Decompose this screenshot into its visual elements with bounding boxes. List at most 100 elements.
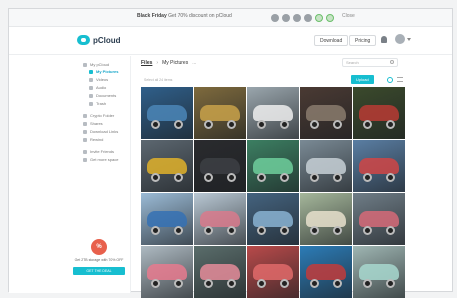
wheel-shape bbox=[386, 173, 395, 182]
wheel-shape bbox=[257, 173, 266, 182]
car-shape bbox=[200, 211, 240, 227]
photo-thumbnail[interactable] bbox=[300, 193, 352, 245]
wheel-shape bbox=[386, 279, 395, 288]
countdown-dot bbox=[282, 14, 290, 22]
wheel-shape bbox=[204, 279, 213, 288]
car-shape bbox=[306, 264, 346, 280]
cloud-icon bbox=[83, 62, 87, 67]
info-icon[interactable] bbox=[387, 77, 393, 83]
photo-thumbnail[interactable] bbox=[300, 140, 352, 192]
more-options-button[interactable]: ... bbox=[192, 60, 196, 66]
sidebar-item-get-more-space[interactable]: Get more space bbox=[83, 156, 118, 163]
download-button[interactable]: Download bbox=[314, 35, 349, 46]
countdown-dot bbox=[271, 14, 279, 22]
sidebar-item-label: Invite Friends bbox=[90, 149, 115, 154]
sidebar-item-trash[interactable]: Trash bbox=[89, 100, 106, 107]
sidebar-item-download-links[interactable]: Download Links bbox=[83, 128, 118, 135]
sidebar-item-my-pictures[interactable]: My Pictures bbox=[89, 68, 118, 75]
avatar[interactable] bbox=[395, 34, 405, 44]
photo-thumbnail[interactable] bbox=[353, 246, 405, 298]
wheel-shape bbox=[227, 226, 236, 235]
wheel-shape bbox=[333, 120, 342, 129]
photo-thumbnail[interactable] bbox=[141, 87, 193, 139]
photo-thumbnail[interactable] bbox=[300, 87, 352, 139]
sidebar-item-label: Videos bbox=[96, 77, 109, 82]
photo-thumbnail[interactable] bbox=[194, 87, 246, 139]
wheel-shape bbox=[174, 173, 183, 182]
wheel-shape bbox=[151, 173, 160, 182]
photo-thumbnail[interactable] bbox=[300, 246, 352, 298]
sidebar-item-my-pcloud[interactable]: My pCloud bbox=[83, 61, 109, 68]
toolbar: Select all 24 items Upload bbox=[141, 75, 447, 112]
photo-thumbnail[interactable] bbox=[141, 140, 193, 192]
sidebar-item-audio[interactable]: Audio bbox=[89, 84, 106, 91]
wheel-shape bbox=[333, 173, 342, 182]
cloud-icon bbox=[77, 35, 90, 45]
logo[interactable]: pCloud bbox=[77, 35, 121, 45]
photo-thumbnail[interactable] bbox=[353, 193, 405, 245]
wheel-shape bbox=[386, 120, 395, 129]
car-shape bbox=[147, 211, 187, 227]
photo-thumbnail[interactable] bbox=[141, 246, 193, 298]
sidebar-item-label: Documents bbox=[96, 93, 117, 98]
breadcrumb-current: My Pictures bbox=[162, 60, 189, 66]
trash-icon bbox=[89, 101, 93, 106]
car-shape bbox=[359, 264, 399, 280]
app-window: Black Friday Get 70% discount on pCloud … bbox=[8, 8, 454, 298]
sidebar-item-label: Download Links bbox=[90, 129, 119, 134]
countdown-dot bbox=[293, 14, 301, 22]
plus-icon bbox=[83, 157, 87, 162]
wheel-shape bbox=[257, 226, 266, 235]
wheel-shape bbox=[363, 173, 372, 182]
photo-thumbnail[interactable] bbox=[247, 87, 299, 139]
wheel-shape bbox=[227, 279, 236, 288]
sidebar-item-crypto-folder[interactable]: Crypto Folder bbox=[83, 112, 114, 119]
photo-thumbnail[interactable] bbox=[194, 193, 246, 245]
countdown bbox=[271, 14, 334, 22]
document-icon bbox=[89, 93, 93, 98]
car-shape bbox=[200, 264, 240, 280]
wheel-shape bbox=[280, 226, 289, 235]
chevron-down-icon[interactable] bbox=[407, 38, 411, 41]
select-all-text[interactable]: Select all 24 items bbox=[144, 78, 172, 82]
upload-button[interactable]: Upload bbox=[351, 75, 374, 84]
photo-thumbnail[interactable] bbox=[141, 193, 193, 245]
photo-thumbnail[interactable] bbox=[353, 140, 405, 192]
promo-close-link[interactable]: Close bbox=[342, 13, 355, 19]
user-plus-icon bbox=[83, 149, 87, 154]
car-shape bbox=[147, 264, 187, 280]
sidebar-item-rewind[interactable]: Rewind bbox=[83, 136, 103, 143]
car-shape bbox=[359, 105, 399, 121]
breadcrumb: Files › My Pictures ... bbox=[141, 60, 196, 66]
pricing-button[interactable]: Pricing bbox=[349, 35, 377, 46]
sidebar-item-invite-friends[interactable]: Invite Friends bbox=[83, 148, 114, 155]
sort-icon[interactable] bbox=[397, 77, 403, 82]
photo-thumbnail[interactable] bbox=[353, 87, 405, 139]
wheel-shape bbox=[151, 226, 160, 235]
breadcrumb-root[interactable]: Files bbox=[141, 60, 152, 66]
sidebar-item-label: Rewind bbox=[90, 137, 104, 142]
wheel-shape bbox=[310, 279, 319, 288]
promo-message: Get 70% discount on pCloud bbox=[168, 13, 232, 19]
bell-icon[interactable] bbox=[381, 36, 387, 43]
photo-thumbnail[interactable] bbox=[247, 193, 299, 245]
sidebar-item-label: Crypto Folder bbox=[90, 113, 115, 118]
wheel-shape bbox=[310, 226, 319, 235]
search-icon[interactable] bbox=[390, 60, 394, 64]
photo-thumbnail[interactable] bbox=[194, 140, 246, 192]
sidebar-item-shares[interactable]: Shares bbox=[83, 120, 103, 127]
get-deal-button[interactable]: GET THE DEAL bbox=[73, 267, 125, 275]
sidebar-item-documents[interactable]: Documents bbox=[89, 92, 116, 99]
countdown-dot bbox=[304, 14, 312, 22]
car-shape bbox=[253, 158, 293, 174]
promo-caption: Get 2TB storage with 70% OFF bbox=[74, 258, 124, 262]
photo-thumbnail[interactable] bbox=[247, 246, 299, 298]
app-header: pCloud Download Pricing bbox=[9, 27, 452, 55]
car-shape bbox=[200, 105, 240, 121]
chevron-right-icon: › bbox=[156, 60, 159, 66]
photo-thumbnail[interactable] bbox=[194, 246, 246, 298]
photo-thumbnail[interactable] bbox=[247, 140, 299, 192]
main-content: Files › My Pictures ... Search Select al… bbox=[132, 56, 454, 298]
wheel-shape bbox=[363, 279, 372, 288]
sidebar-item-videos[interactable]: Videos bbox=[89, 76, 108, 83]
